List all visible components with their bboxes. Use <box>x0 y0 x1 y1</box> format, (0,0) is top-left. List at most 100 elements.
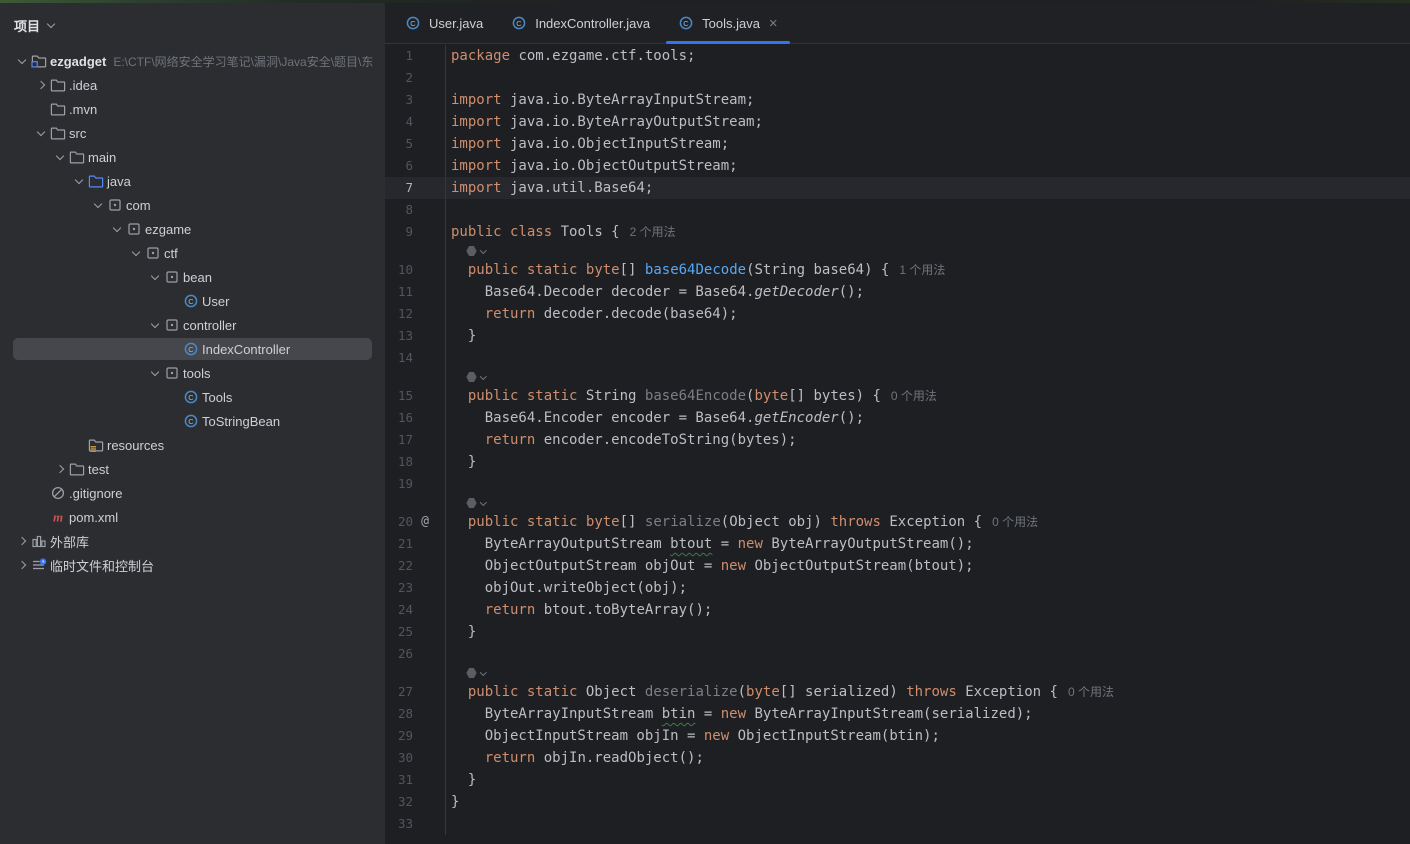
gutter[interactable]: 31 <box>385 769 446 791</box>
line-number[interactable]: 24 <box>385 599 413 621</box>
line-number[interactable]: 19 <box>385 473 413 495</box>
code-text[interactable]: objOut.writeObject(obj); <box>446 577 1410 599</box>
line-number[interactable]: 23 <box>385 577 413 599</box>
gutter[interactable]: 19 <box>385 473 446 495</box>
chevron-right-icon[interactable] <box>17 561 25 569</box>
chevron-down-icon[interactable] <box>17 55 25 63</box>
code-text[interactable]: import java.io.ObjectInputStream; <box>446 133 1410 155</box>
line-number[interactable]: 32 <box>385 791 413 813</box>
chevron-down-icon[interactable] <box>131 247 139 255</box>
method-marker-icon[interactable] <box>466 665 486 681</box>
gutter[interactable]: 1 <box>385 45 446 67</box>
code-text[interactable]: public static byte[] serialize(Object ob… <box>446 511 1410 533</box>
gutter[interactable]: 7 <box>385 177 446 199</box>
gutter[interactable]: 4 <box>385 111 446 133</box>
gutter[interactable]: 12 <box>385 303 446 325</box>
chevron-right-icon[interactable] <box>55 465 63 473</box>
code-editor[interactable]: 1package com.ezgame.ctf.tools;23import j… <box>385 45 1410 844</box>
tree-item-IndexController[interactable]: CIndexController <box>0 337 385 361</box>
line-number[interactable]: 20 <box>385 511 413 533</box>
code-text[interactable]: public static String base64Encode(byte[]… <box>446 385 1410 407</box>
gutter[interactable]: 15 <box>385 385 446 407</box>
line-number[interactable]: 31 <box>385 769 413 791</box>
usages-inlay-hint[interactable]: 0 个用法 <box>1068 685 1114 699</box>
line-number[interactable]: 14 <box>385 347 413 369</box>
line-number[interactable]: 29 <box>385 725 413 747</box>
gutter[interactable]: 22 <box>385 555 446 577</box>
line-number[interactable]: 9 <box>385 221 413 243</box>
gutter[interactable]: 32 <box>385 791 446 813</box>
gutter[interactable] <box>385 243 446 259</box>
code-text[interactable]: import java.io.ObjectOutputStream; <box>446 155 1410 177</box>
line-number[interactable]: 33 <box>385 813 413 835</box>
line-number[interactable]: 7 <box>385 177 413 199</box>
code-text[interactable]: ByteArrayOutputStream btout = new ByteAr… <box>446 533 1410 555</box>
usages-inlay-hint[interactable]: 0 个用法 <box>891 389 937 403</box>
gutter[interactable]: 14 <box>385 347 446 369</box>
line-number[interactable]: 27 <box>385 681 413 703</box>
code-text[interactable]: return decoder.decode(base64); <box>446 303 1410 325</box>
gutter[interactable]: 21 <box>385 533 446 555</box>
line-number[interactable]: 15 <box>385 385 413 407</box>
code-text[interactable]: } <box>446 791 1410 813</box>
tree-item-.mvn[interactable]: .mvn <box>0 97 385 121</box>
line-number[interactable]: 3 <box>385 89 413 111</box>
code-text[interactable]: public static byte[] base64Decode(String… <box>446 259 1410 281</box>
tree-item-src[interactable]: src <box>0 121 385 145</box>
code-text[interactable]: import java.util.Base64; <box>446 177 1410 199</box>
tree-item-.idea[interactable]: .idea <box>0 73 385 97</box>
line-number[interactable]: 6 <box>385 155 413 177</box>
annotation-gutter-icon[interactable]: @ <box>413 511 437 533</box>
gutter[interactable]: 26 <box>385 643 446 665</box>
usages-inlay-hint[interactable]: 2 个用法 <box>630 225 676 239</box>
gutter[interactable]: 33 <box>385 813 446 835</box>
line-number[interactable]: 13 <box>385 325 413 347</box>
chevron-down-icon[interactable] <box>55 151 63 159</box>
gutter[interactable]: 30 <box>385 747 446 769</box>
chevron-down-icon[interactable] <box>150 319 158 327</box>
tree-item-Tools[interactable]: CTools <box>0 385 385 409</box>
tree-item-临时文件和控制台[interactable]: 临时文件和控制台 <box>0 553 385 577</box>
tree-item-controller[interactable]: controller <box>0 313 385 337</box>
gutter[interactable]: 25 <box>385 621 446 643</box>
chevron-down-icon[interactable] <box>150 271 158 279</box>
line-number[interactable]: 22 <box>385 555 413 577</box>
line-number[interactable]: 11 <box>385 281 413 303</box>
gutter[interactable]: 9 <box>385 221 446 243</box>
line-number[interactable]: 8 <box>385 199 413 221</box>
code-text[interactable]: Base64.Encoder encoder = Base64.getEncod… <box>446 407 1410 429</box>
line-number[interactable]: 4 <box>385 111 413 133</box>
tab-Tools.java[interactable]: CTools.java× <box>664 3 792 43</box>
tree-item-ezgame[interactable]: ezgame <box>0 217 385 241</box>
chevron-right-icon[interactable] <box>17 537 25 545</box>
code-text[interactable]: } <box>446 769 1410 791</box>
chevron-right-icon[interactable] <box>36 81 44 89</box>
line-number[interactable]: 30 <box>385 747 413 769</box>
tree-item-ctf[interactable]: ctf <box>0 241 385 265</box>
gutter[interactable]: 23 <box>385 577 446 599</box>
tree-item-java[interactable]: java <box>0 169 385 193</box>
code-text[interactable]: return btout.toByteArray(); <box>446 599 1410 621</box>
gutter[interactable]: 11 <box>385 281 446 303</box>
line-number[interactable]: 5 <box>385 133 413 155</box>
line-number[interactable]: 25 <box>385 621 413 643</box>
code-text[interactable]: public static Object deserialize(byte[] … <box>446 681 1410 703</box>
line-number[interactable]: 10 <box>385 259 413 281</box>
code-text[interactable]: public class Tools {2 个用法 <box>446 221 1410 243</box>
gutter[interactable]: 18 <box>385 451 446 473</box>
gutter[interactable]: 29 <box>385 725 446 747</box>
chevron-down-icon[interactable] <box>74 175 82 183</box>
gutter[interactable]: 2 <box>385 67 446 89</box>
usages-inlay-hint[interactable]: 0 个用法 <box>992 515 1038 529</box>
code-text[interactable] <box>446 199 1410 221</box>
gutter[interactable] <box>385 369 446 385</box>
close-icon[interactable]: × <box>769 16 778 31</box>
tree-item-main[interactable]: main <box>0 145 385 169</box>
line-number[interactable]: 18 <box>385 451 413 473</box>
line-number[interactable]: 17 <box>385 429 413 451</box>
gutter[interactable] <box>385 495 446 511</box>
chevron-down-icon[interactable] <box>47 19 55 27</box>
code-text[interactable]: ObjectInputStream objIn = new ObjectInpu… <box>446 725 1410 747</box>
tree-item-bean[interactable]: bean <box>0 265 385 289</box>
code-text[interactable]: ObjectOutputStream objOut = new ObjectOu… <box>446 555 1410 577</box>
